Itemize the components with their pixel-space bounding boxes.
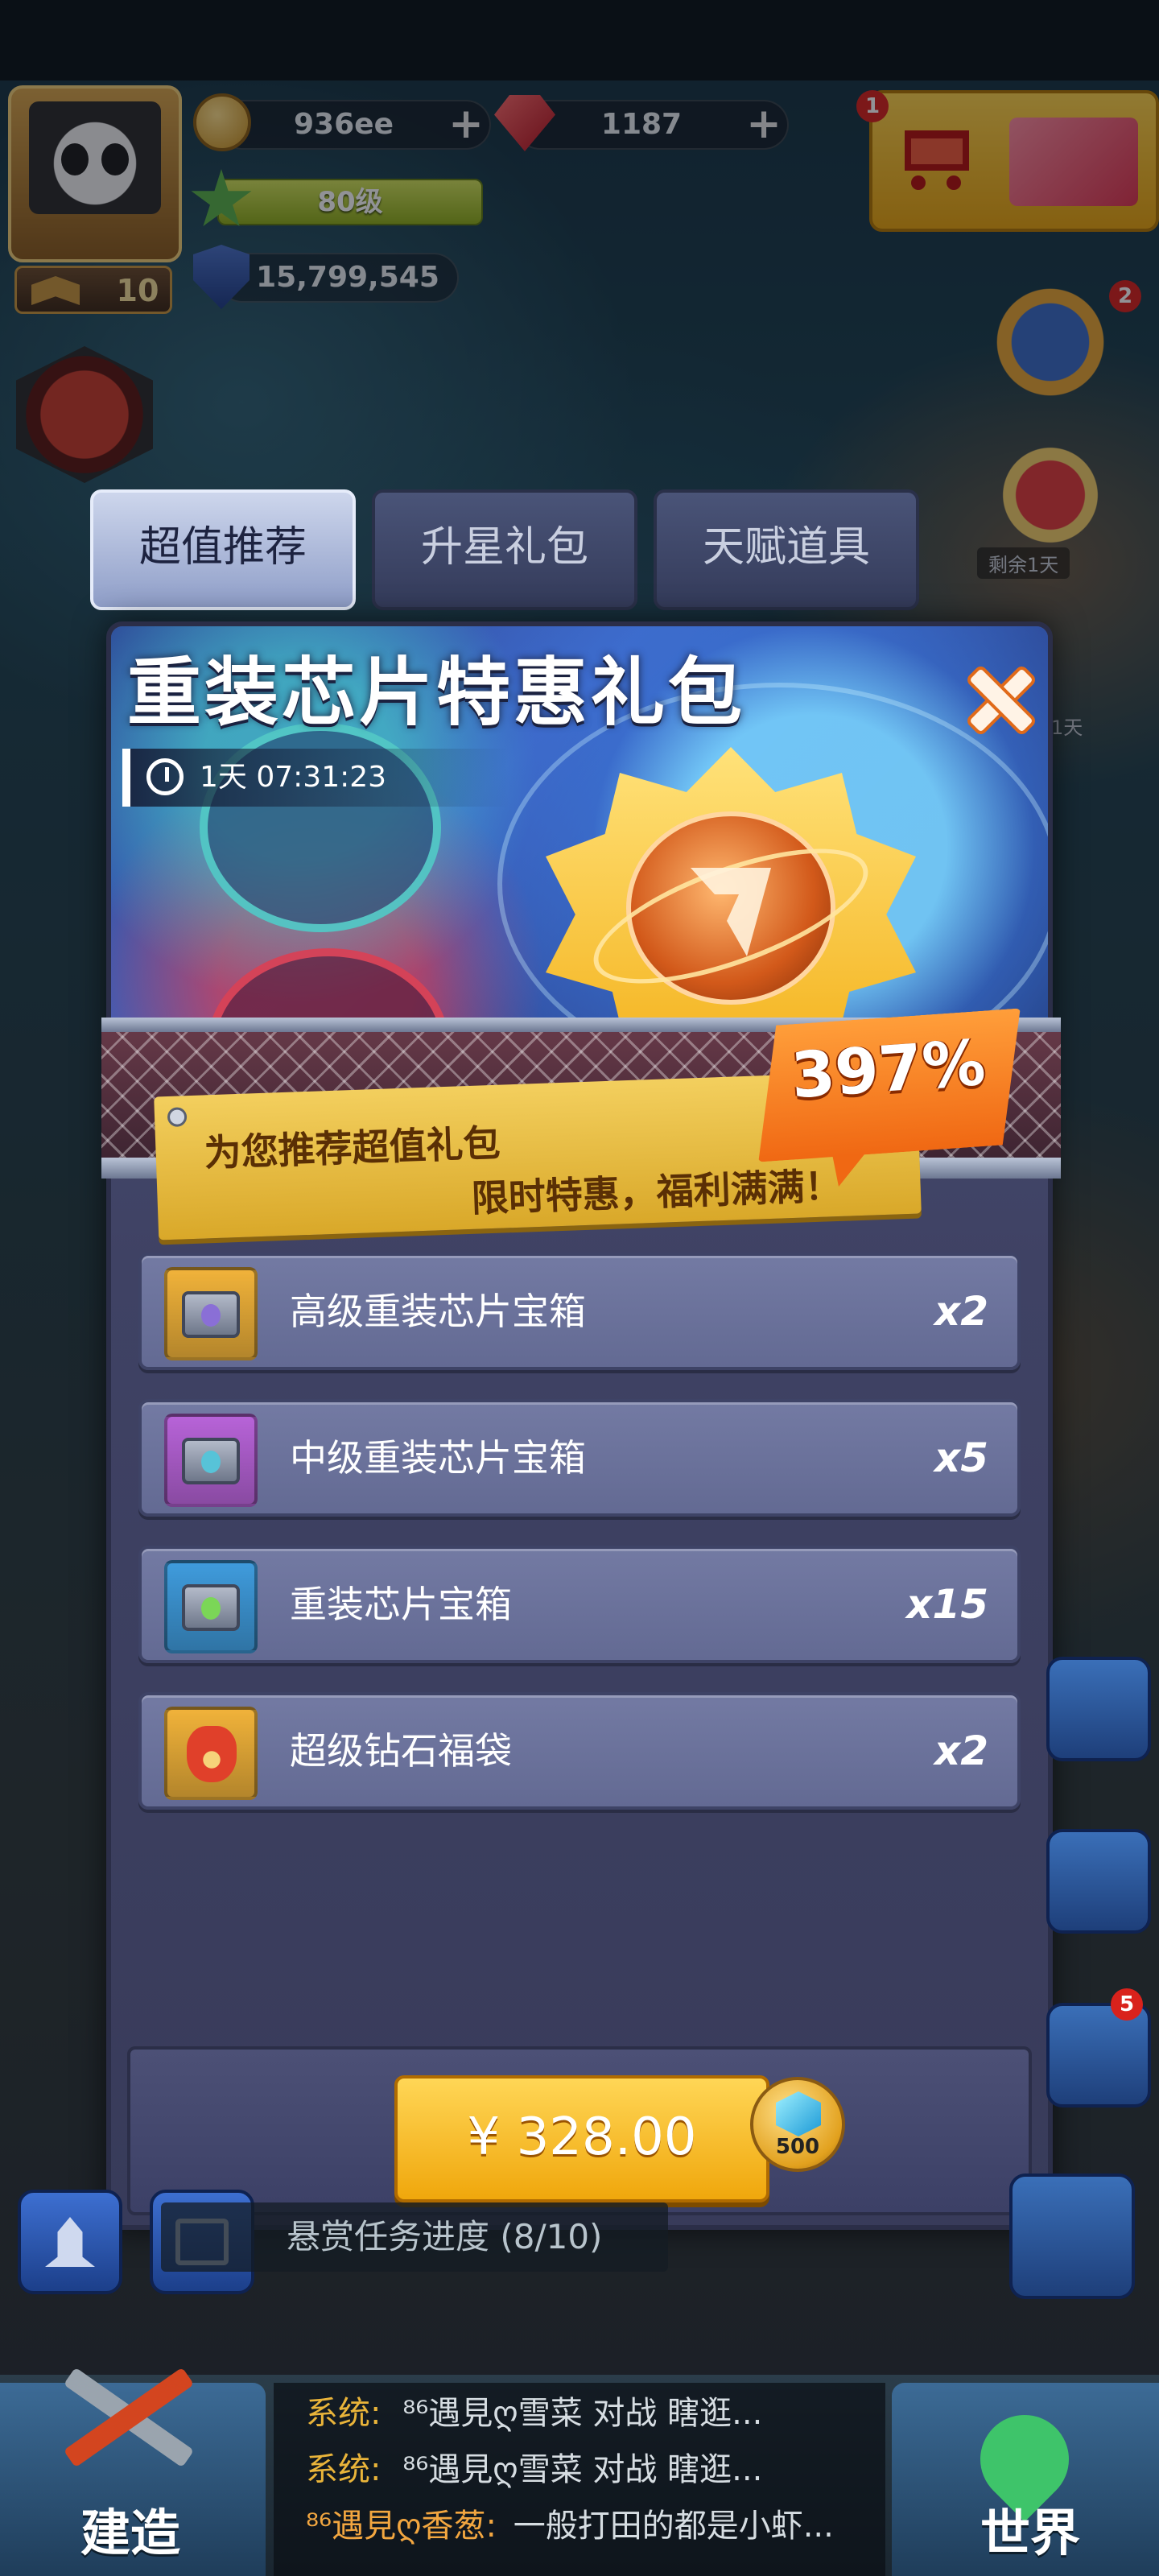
discount-tag: 397% [749, 1008, 1030, 1162]
quest-progress-text: 悬赏任务进度 (8/10) [287, 2217, 603, 2256]
build-label: 建造 [80, 2504, 181, 2562]
gem-cube-icon [776, 2091, 821, 2136]
lucky-bag-icon [187, 1726, 237, 1782]
chat-line: ⁸⁶遇見ღ香葱: 一般打田的都是小虾... [306, 2504, 834, 2549]
tab-talent-items[interactable]: 天赋道具 [654, 489, 919, 610]
chip-bubble-red [208, 948, 449, 1029]
chat-line: 系统: ⁸⁶遇見ღ雪菜 对战 瞎逛... [306, 2447, 762, 2492]
diamond-lucky-bag-icon [164, 1707, 258, 1800]
tab-star-upgrade-pack[interactable]: 升星礼包 [372, 489, 637, 610]
chest-icon [182, 1291, 240, 1338]
list-item: 中级重装芯片宝箱 x5 [138, 1399, 1021, 1517]
bonus-gems-badge: 500 [750, 2077, 845, 2172]
bonus-gem-amount: 500 [775, 2135, 820, 2159]
advanced-chip-chest-icon [164, 1267, 258, 1360]
discount-percent: 397% [789, 1026, 988, 1113]
chat-sender: 系统: [306, 2395, 382, 2432]
alliance-button[interactable] [1046, 1829, 1151, 1934]
chip-chest-icon [164, 1560, 258, 1653]
mail-badge: 5 [1111, 1988, 1143, 2021]
chest-icon [182, 1438, 240, 1484]
list-item: 高级重装芯片宝箱 x2 [138, 1253, 1021, 1370]
stopwatch-icon [146, 758, 184, 795]
item-name: 高级重装芯片宝箱 [290, 1290, 586, 1333]
rocket-button[interactable] [18, 2190, 122, 2294]
tab-value-recommend[interactable]: 超值推荐 [90, 489, 356, 610]
chest-core [201, 1451, 221, 1473]
item-name: 重装芯片宝箱 [290, 1583, 512, 1626]
intermediate-chip-chest-icon [164, 1414, 258, 1507]
close-button[interactable] [964, 663, 1037, 736]
build-button[interactable]: 建造 [0, 2367, 266, 2576]
chat-message: ⁸⁶遇見ღ雪菜 对战 瞎逛... [402, 2451, 763, 2488]
dialog-title: 重装芯片特惠礼包 [127, 650, 746, 736]
chat-preview[interactable]: 系统: ⁸⁶遇見ღ雪菜 对战 瞎逛... 系统: ⁸⁶遇見ღ雪菜 对战 瞎逛..… [274, 2383, 885, 2576]
ribbon-line-2: 限时特惠，福利满满！ [470, 1163, 843, 1220]
world-button[interactable]: 世界 [892, 2383, 1159, 2576]
countdown-text: 1天 07:31:23 [200, 761, 387, 794]
list-item: 超级钻石福袋 x2 [138, 1692, 1021, 1810]
chat-bubble-button[interactable] [1046, 1657, 1151, 1761]
list-item: 重装芯片宝箱 x15 [138, 1546, 1021, 1663]
gift-pack-banner: 重装芯片特惠礼包 1天 07:31:23 [111, 626, 1048, 1029]
chest-core [201, 1304, 221, 1327]
chat-sender: 系统: [306, 2451, 382, 2488]
item-quantity: x15 [906, 1581, 988, 1628]
buy-button[interactable]: ¥ 328.00 [394, 2075, 769, 2202]
status-bar [0, 0, 1159, 80]
rocket-icon [45, 2217, 95, 2267]
chat-message: 一般打田的都是小虾... [513, 2508, 834, 2545]
item-name: 中级重装芯片宝箱 [290, 1436, 586, 1480]
chest-icon [182, 1584, 240, 1631]
mail-button[interactable] [1046, 2003, 1151, 2107]
item-quantity: x2 [934, 1728, 988, 1774]
item-quantity: x2 [934, 1288, 988, 1335]
chest-core [201, 1597, 221, 1620]
item-quantity: x5 [934, 1435, 988, 1481]
chat-line: 系统: ⁸⁶遇見ღ雪菜 对战 瞎逛... [306, 2391, 762, 2436]
countdown-timer: 1天 07:31:23 [122, 749, 509, 807]
chat-message: ⁸⁶遇見ღ雪菜 对战 瞎逛... [402, 2395, 763, 2432]
pin-icon [167, 1107, 188, 1128]
world-label: 世界 [980, 2504, 1081, 2562]
backpack-button[interactable] [1009, 2174, 1135, 2299]
ribbon-line-1: 为您推荐超值礼包 [203, 1121, 501, 1175]
chat-sender: ⁸⁶遇見ღ香葱: [306, 2508, 497, 2545]
item-name: 超级钻石福袋 [290, 1729, 512, 1773]
gift-pack-dialog: 重装芯片特惠礼包 1天 07:31:23 为您推荐超值礼包 限时特惠，福利满满！… [101, 621, 1061, 2230]
